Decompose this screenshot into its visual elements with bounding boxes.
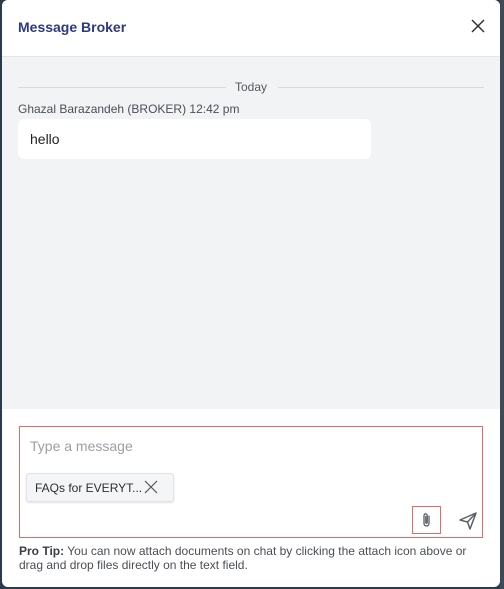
message-input[interactable] bbox=[30, 436, 460, 456]
remove-attachment-button[interactable] bbox=[144, 480, 158, 494]
send-button[interactable] bbox=[458, 511, 478, 531]
paperclip-icon bbox=[423, 513, 430, 527]
dialog-title: Message Broker bbox=[18, 19, 127, 35]
message-sender: Ghazal Barazandeh (BROKER) bbox=[18, 102, 187, 116]
pro-tip-text: You can now attach documents on chat by … bbox=[19, 544, 467, 572]
close-icon bbox=[144, 480, 158, 494]
message-composer[interactable]: FAQs for EVERYT... bbox=[19, 426, 483, 538]
close-button[interactable] bbox=[470, 18, 486, 34]
date-divider-label: Today bbox=[235, 80, 268, 94]
send-icon bbox=[459, 512, 477, 530]
message-meta: Ghazal Barazandeh (BROKER) 12:42 pm bbox=[18, 102, 239, 116]
chat-history[interactable]: Today Ghazal Barazandeh (BROKER) 12:42 p… bbox=[2, 57, 500, 409]
message-text: hello bbox=[30, 131, 60, 147]
date-divider-line-left bbox=[18, 87, 226, 88]
attach-button[interactable] bbox=[412, 506, 441, 534]
page-background bbox=[500, 0, 504, 589]
message-bubble: hello bbox=[18, 119, 371, 159]
attachment-chip: FAQs for EVERYT... bbox=[26, 473, 174, 502]
date-divider-line-right bbox=[278, 87, 484, 88]
close-icon bbox=[471, 19, 485, 33]
message-broker-dialog: Message Broker Today Ghazal Barazandeh (… bbox=[2, 0, 500, 587]
message-time: 12:42 pm bbox=[189, 102, 240, 116]
dialog-header: Message Broker bbox=[2, 0, 500, 57]
pro-tip: Pro Tip: You can now attach documents on… bbox=[19, 544, 484, 572]
pro-tip-label: Pro Tip: bbox=[19, 544, 65, 558]
attachment-name: FAQs for EVERYT... bbox=[35, 481, 143, 495]
